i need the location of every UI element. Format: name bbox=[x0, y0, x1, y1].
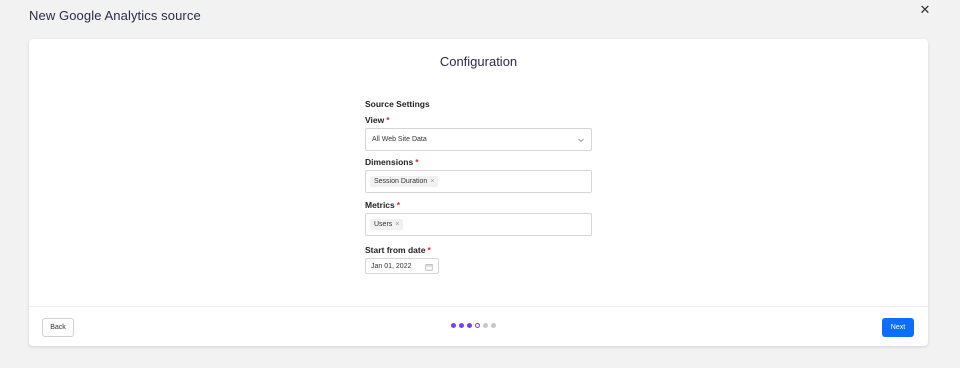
chevron-down-icon bbox=[578, 138, 584, 143]
calendar-icon bbox=[425, 263, 433, 271]
step-dot bbox=[491, 323, 496, 328]
dimensions-label: Dimensions * bbox=[365, 157, 419, 167]
start-date-value: Jan 01, 2022 bbox=[371, 262, 412, 270]
wizard-card: Configuration Source Settings View * All … bbox=[29, 39, 928, 346]
metrics-field[interactable]: Users × bbox=[365, 213, 592, 236]
start-date-picker[interactable]: Jan 01, 2022 bbox=[365, 258, 439, 274]
metrics-label: Metrics * bbox=[365, 200, 401, 210]
remove-tag-icon[interactable]: × bbox=[395, 221, 399, 228]
dimensions-field[interactable]: Session Duration × bbox=[365, 170, 592, 193]
view-select-value: All Web Site Data bbox=[372, 136, 427, 143]
footer-divider bbox=[29, 306, 928, 307]
close-icon[interactable]: ✕ bbox=[917, 2, 933, 18]
view-select[interactable]: All Web Site Data bbox=[365, 128, 592, 151]
metric-tag: Users × bbox=[370, 219, 404, 230]
step-dot bbox=[459, 323, 464, 328]
dimension-tag: Session Duration × bbox=[370, 176, 439, 187]
step-dot bbox=[467, 323, 472, 328]
view-label: View * bbox=[365, 115, 390, 125]
remove-tag-icon[interactable]: × bbox=[430, 178, 434, 185]
back-button[interactable]: Back bbox=[42, 318, 74, 337]
section-title: Source Settings bbox=[365, 99, 430, 109]
step-dot bbox=[483, 323, 488, 328]
source-settings-form: Source Settings View * All Web Site Data … bbox=[365, 99, 592, 274]
next-button[interactable]: Next bbox=[882, 318, 914, 337]
step-dot bbox=[451, 323, 456, 328]
step-dot-current bbox=[475, 323, 480, 328]
page-title: New Google Analytics source bbox=[29, 8, 201, 23]
start-date-label: Start from date * bbox=[365, 245, 431, 255]
step-indicator bbox=[451, 323, 496, 328]
card-title: Configuration bbox=[439, 54, 518, 69]
